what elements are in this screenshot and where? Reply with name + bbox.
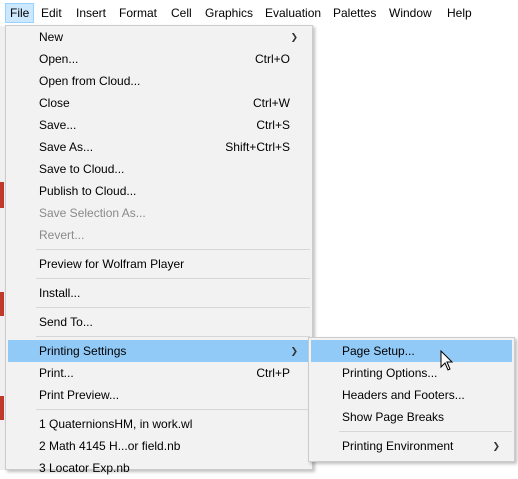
menu-item-open-from-cloud[interactable]: Open from Cloud...: [8, 70, 310, 92]
shortcut-label: Ctrl+O: [254, 52, 290, 66]
menu-cell[interactable]: Cell: [167, 3, 196, 23]
menu-item-printing-options[interactable]: Printing Options...: [311, 362, 512, 384]
menu-item-preview-wolfram-player[interactable]: Preview for Wolfram Player: [8, 253, 310, 275]
menu-item-label: Save to Cloud...: [39, 162, 125, 176]
cell-bracket-marker: [0, 182, 4, 208]
menu-graphics[interactable]: Graphics: [201, 3, 257, 23]
menu-file[interactable]: File: [5, 3, 35, 23]
menu-item-recent-3[interactable]: 3 Locator Exp.nb: [8, 457, 310, 479]
menu-item-label: Save...: [39, 118, 77, 132]
menu-item-save-as[interactable]: Save As... Shift+Ctrl+S: [8, 136, 310, 158]
menu-item-recent-1[interactable]: 1 QuaternionsHM, in work.wl: [8, 413, 310, 435]
menu-separator: [36, 249, 310, 250]
menu-item-label: Headers and Footers...: [342, 388, 465, 402]
menu-separator: [36, 409, 310, 410]
menu-item-label: Preview for Wolfram Player: [39, 257, 185, 271]
menu-item-label: Printing Settings: [39, 344, 127, 358]
menu-item-recent-2[interactable]: 2 Math 4145 H...or field.nb: [8, 435, 310, 457]
menu-item-label: Printing Environment: [342, 439, 454, 453]
menu-item-open[interactable]: Open... Ctrl+O: [8, 48, 310, 70]
menu-item-label: Show Page Breaks: [342, 410, 445, 424]
shortcut-label: Ctrl+S: [256, 118, 290, 132]
menubar: File Edit Insert Format Cell Graphics Ev…: [0, 0, 518, 27]
menu-help[interactable]: Help: [443, 3, 476, 23]
menu-item-label: Revert...: [39, 228, 85, 242]
menu-evaluation[interactable]: Evaluation: [261, 3, 325, 23]
menu-item-revert: Revert...: [8, 224, 310, 246]
menu-item-label: Send To...: [39, 315, 93, 329]
chevron-right-icon: ❯: [290, 32, 298, 42]
menu-item-save-selection-as: Save Selection As...: [8, 202, 310, 224]
menu-item-send-to[interactable]: Send To...: [8, 311, 310, 333]
menu-item-headers-footers[interactable]: Headers and Footers...: [311, 384, 512, 406]
menu-item-print[interactable]: Print... Ctrl+P: [8, 362, 310, 384]
menu-item-label: Save Selection As...: [39, 206, 146, 220]
menu-item-install[interactable]: Install...: [8, 282, 310, 304]
menu-item-label: Print...: [39, 366, 74, 380]
menu-window[interactable]: Window: [385, 3, 436, 23]
menu-palettes[interactable]: Palettes: [329, 3, 380, 23]
menu-item-label: Close: [39, 96, 70, 110]
menu-item-page-setup[interactable]: Page Setup...: [311, 340, 512, 362]
chevron-right-icon: ❯: [290, 346, 298, 356]
menu-item-label: New: [39, 30, 64, 44]
menu-item-label: Install...: [39, 286, 81, 300]
shortcut-label: Ctrl+P: [256, 366, 290, 380]
menu-item-label: Open from Cloud...: [39, 74, 141, 88]
cell-bracket-marker: [0, 292, 4, 316]
menu-item-label: Save As...: [39, 140, 94, 154]
menu-item-label: 1 QuaternionsHM, in work.wl: [39, 417, 193, 431]
menu-item-save[interactable]: Save... Ctrl+S: [8, 114, 310, 136]
printing-settings-submenu: Page Setup... Printing Options... Header…: [308, 337, 515, 462]
menu-item-show-page-breaks[interactable]: Show Page Breaks: [311, 406, 512, 428]
menu-item-save-to-cloud[interactable]: Save to Cloud...: [8, 158, 310, 180]
menu-edit[interactable]: Edit: [37, 3, 66, 23]
menu-item-label: 2 Math 4145 H...or field.nb: [39, 439, 181, 453]
menu-item-label: Page Setup...: [342, 344, 415, 358]
shortcut-label: Ctrl+W: [253, 96, 290, 110]
cell-bracket-marker: [0, 396, 4, 420]
menu-item-label: Publish to Cloud...: [39, 184, 137, 198]
menu-separator: [36, 278, 310, 279]
menu-separator: [36, 336, 310, 337]
menu-item-label: Print Preview...: [39, 388, 120, 402]
menu-separator: [36, 307, 310, 308]
menu-item-printing-environment[interactable]: Printing Environment ❯: [311, 435, 512, 457]
shortcut-label: Shift+Ctrl+S: [225, 140, 290, 154]
mouse-pointer-icon: [440, 350, 454, 371]
chevron-right-icon: ❯: [492, 441, 500, 451]
menu-item-publish-to-cloud[interactable]: Publish to Cloud...: [8, 180, 310, 202]
menu-item-printing-settings[interactable]: Printing Settings ❯: [8, 340, 310, 362]
file-menu: New ❯ Open... Ctrl+O Open from Cloud... …: [5, 25, 313, 475]
menu-item-close[interactable]: Close Ctrl+W: [8, 92, 310, 114]
menu-item-label: 3 Locator Exp.nb: [39, 461, 130, 475]
menu-item-label: Printing Options...: [342, 366, 438, 380]
menu-item-label: Open...: [39, 52, 79, 66]
menu-item-new[interactable]: New ❯: [8, 26, 310, 48]
menu-insert[interactable]: Insert: [72, 3, 110, 23]
menu-separator: [339, 431, 512, 432]
menu-item-print-preview[interactable]: Print Preview...: [8, 384, 310, 406]
menu-format[interactable]: Format: [115, 3, 161, 23]
